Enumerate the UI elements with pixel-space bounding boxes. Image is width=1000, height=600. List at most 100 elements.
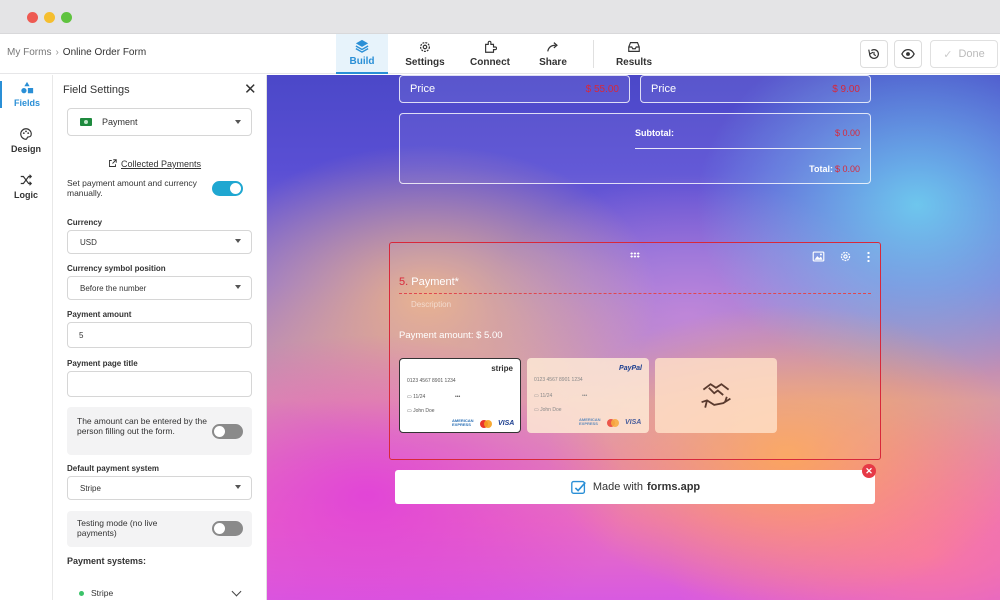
card-number: 0123 4567 8901 1234 bbox=[534, 377, 583, 383]
editable-amount-toggle[interactable] bbox=[212, 424, 243, 439]
testing-mode-box: Testing mode (no live payments) bbox=[67, 511, 252, 547]
status-dot-icon bbox=[79, 591, 84, 596]
drag-handle-icon[interactable] bbox=[630, 252, 640, 258]
totals-divider bbox=[635, 148, 861, 149]
external-link-icon bbox=[109, 159, 117, 167]
close-panel-icon[interactable]: ✕ bbox=[244, 82, 257, 97]
currency-label: Currency bbox=[67, 218, 103, 227]
check-icon: ✓ bbox=[943, 48, 953, 61]
card-cvc: ••• bbox=[582, 393, 588, 399]
editable-amount-box: The amount can be entered by the person … bbox=[67, 407, 252, 455]
mastercard-icon bbox=[607, 419, 619, 427]
order-totals: Subtotal: $ 0.00 Total: $ 0.00 bbox=[399, 113, 871, 184]
symbol-position-label: Currency symbol position bbox=[67, 264, 166, 273]
subtotal-label: Subtotal: bbox=[635, 128, 674, 138]
made-with-text: Made with bbox=[592, 481, 643, 493]
history-button[interactable] bbox=[860, 40, 888, 68]
mastercard-icon bbox=[480, 420, 492, 428]
collected-payments-label: Collected Payments bbox=[121, 159, 202, 169]
chevron-down-icon bbox=[235, 285, 241, 289]
default-system-select[interactable]: Stripe bbox=[67, 476, 252, 500]
amex-logo: AMERICAN EXPRESS bbox=[579, 417, 601, 426]
question-description[interactable]: Description bbox=[411, 300, 451, 309]
subtotal-value: $ 0.00 bbox=[834, 128, 860, 138]
image-icon[interactable] bbox=[812, 250, 825, 263]
gear-icon bbox=[420, 42, 430, 52]
maximize-window-button[interactable] bbox=[61, 12, 72, 23]
field-settings-panel: Field Settings ✕ Payment Collected Payme… bbox=[53, 75, 267, 600]
card-number: 0123 4567 8901 1234 bbox=[407, 378, 456, 384]
shapes-icon bbox=[21, 81, 34, 94]
tab-results[interactable]: Results bbox=[608, 34, 660, 74]
tab-connect[interactable]: Connect bbox=[464, 34, 516, 74]
chevron-down-icon bbox=[235, 120, 241, 124]
tab-share[interactable]: Share bbox=[530, 34, 576, 74]
price-field-2[interactable]: Price $ 9.00 bbox=[640, 75, 871, 103]
rail-design-label: Design bbox=[10, 144, 41, 154]
left-rail: Fields Design Logic bbox=[0, 75, 53, 600]
manual-amount-toggle[interactable] bbox=[212, 181, 243, 196]
close-window-button[interactable] bbox=[27, 12, 38, 23]
default-system-label: Default payment system bbox=[67, 464, 160, 473]
card-holder-name: John Doe bbox=[540, 407, 562, 413]
more-options-icon[interactable] bbox=[867, 251, 870, 262]
breadcrumb: My Forms › Online Order Form bbox=[7, 47, 146, 58]
rail-design[interactable]: Design bbox=[0, 127, 52, 154]
question-title-text: Payment* bbox=[411, 276, 459, 288]
card-holder-name: John Doe bbox=[413, 408, 435, 414]
price-2-label: Price bbox=[651, 83, 677, 95]
done-button[interactable]: ✓ Done bbox=[930, 40, 998, 68]
amex-logo: AMERICAN EXPRESS bbox=[452, 418, 474, 427]
collected-payments-link[interactable]: Collected Payments bbox=[108, 159, 201, 169]
question-number: 5. bbox=[399, 276, 409, 288]
price-1-label: Price bbox=[410, 83, 436, 95]
gear-icon[interactable] bbox=[839, 250, 852, 263]
testing-mode-toggle[interactable] bbox=[212, 521, 243, 536]
price-2-value: $ 9.00 bbox=[832, 84, 860, 95]
rail-logic-label: Logic bbox=[14, 190, 38, 200]
shuffle-icon bbox=[20, 174, 33, 186]
breadcrumb-current: Online Order Form bbox=[62, 47, 147, 58]
default-system-value: Stripe bbox=[80, 483, 101, 493]
remove-banner-icon[interactable]: ✕ bbox=[862, 464, 876, 478]
app-window: My Forms › Online Order Form Build Setting… bbox=[0, 0, 1000, 600]
currency-select[interactable]: USD bbox=[67, 230, 252, 254]
field-type-select[interactable]: Payment bbox=[67, 108, 252, 136]
visa-logo: VISA bbox=[625, 419, 642, 426]
minimize-window-button[interactable] bbox=[44, 12, 55, 23]
handshake-icon bbox=[701, 383, 731, 408]
made-with-banner[interactable]: Made with forms.app bbox=[395, 470, 875, 504]
paypal-card[interactable]: PayPal 0123 4567 8901 1234 ▭ 11/24 ••• ▭… bbox=[527, 358, 649, 433]
payment-system-item[interactable]: Stripe bbox=[67, 585, 252, 600]
card-expiry: ▭ 11/24 bbox=[407, 394, 426, 400]
inbox-icon bbox=[628, 42, 640, 52]
puzzle-icon bbox=[485, 40, 497, 53]
currency-value: USD bbox=[80, 237, 97, 247]
stripe-card[interactable]: stripe 0123 4567 8901 1234 ▭ 11/24 ••• ▭… bbox=[399, 358, 521, 433]
preview-button[interactable] bbox=[894, 40, 922, 68]
total-label: Total: bbox=[809, 164, 833, 174]
field-type-value: Payment bbox=[102, 117, 138, 127]
price-field-1[interactable]: Price $ 55.00 bbox=[399, 75, 630, 103]
top-navigation: My Forms › Online Order Form Build Setting… bbox=[0, 34, 1000, 74]
money-icon bbox=[80, 118, 92, 126]
tab-settings[interactable]: Settings bbox=[400, 34, 450, 74]
chevron-down-icon bbox=[231, 586, 242, 597]
tab-settings-label: Settings bbox=[405, 57, 445, 68]
chevron-down-icon bbox=[235, 239, 241, 243]
payment-system-label: Stripe bbox=[91, 588, 114, 598]
rail-fields[interactable]: Fields bbox=[0, 81, 52, 108]
offline-payment-card[interactable] bbox=[655, 358, 777, 433]
title-bar bbox=[0, 0, 1000, 34]
amount-label: Payment amount bbox=[67, 310, 132, 319]
amount-input[interactable]: 5 bbox=[67, 322, 252, 348]
payment-question[interactable]: 5. Payment* Description Payment amount: … bbox=[389, 242, 881, 460]
history-icon bbox=[868, 49, 879, 59]
symbol-position-select[interactable]: Before the number bbox=[67, 276, 252, 300]
rail-fields-label: Fields bbox=[13, 98, 40, 108]
breadcrumb-parent[interactable]: My Forms bbox=[7, 47, 51, 58]
page-title-input[interactable] bbox=[67, 371, 252, 397]
made-with-brand: forms.app bbox=[646, 481, 701, 493]
rail-logic[interactable]: Logic bbox=[0, 173, 52, 200]
tab-build[interactable]: Build bbox=[336, 34, 388, 74]
